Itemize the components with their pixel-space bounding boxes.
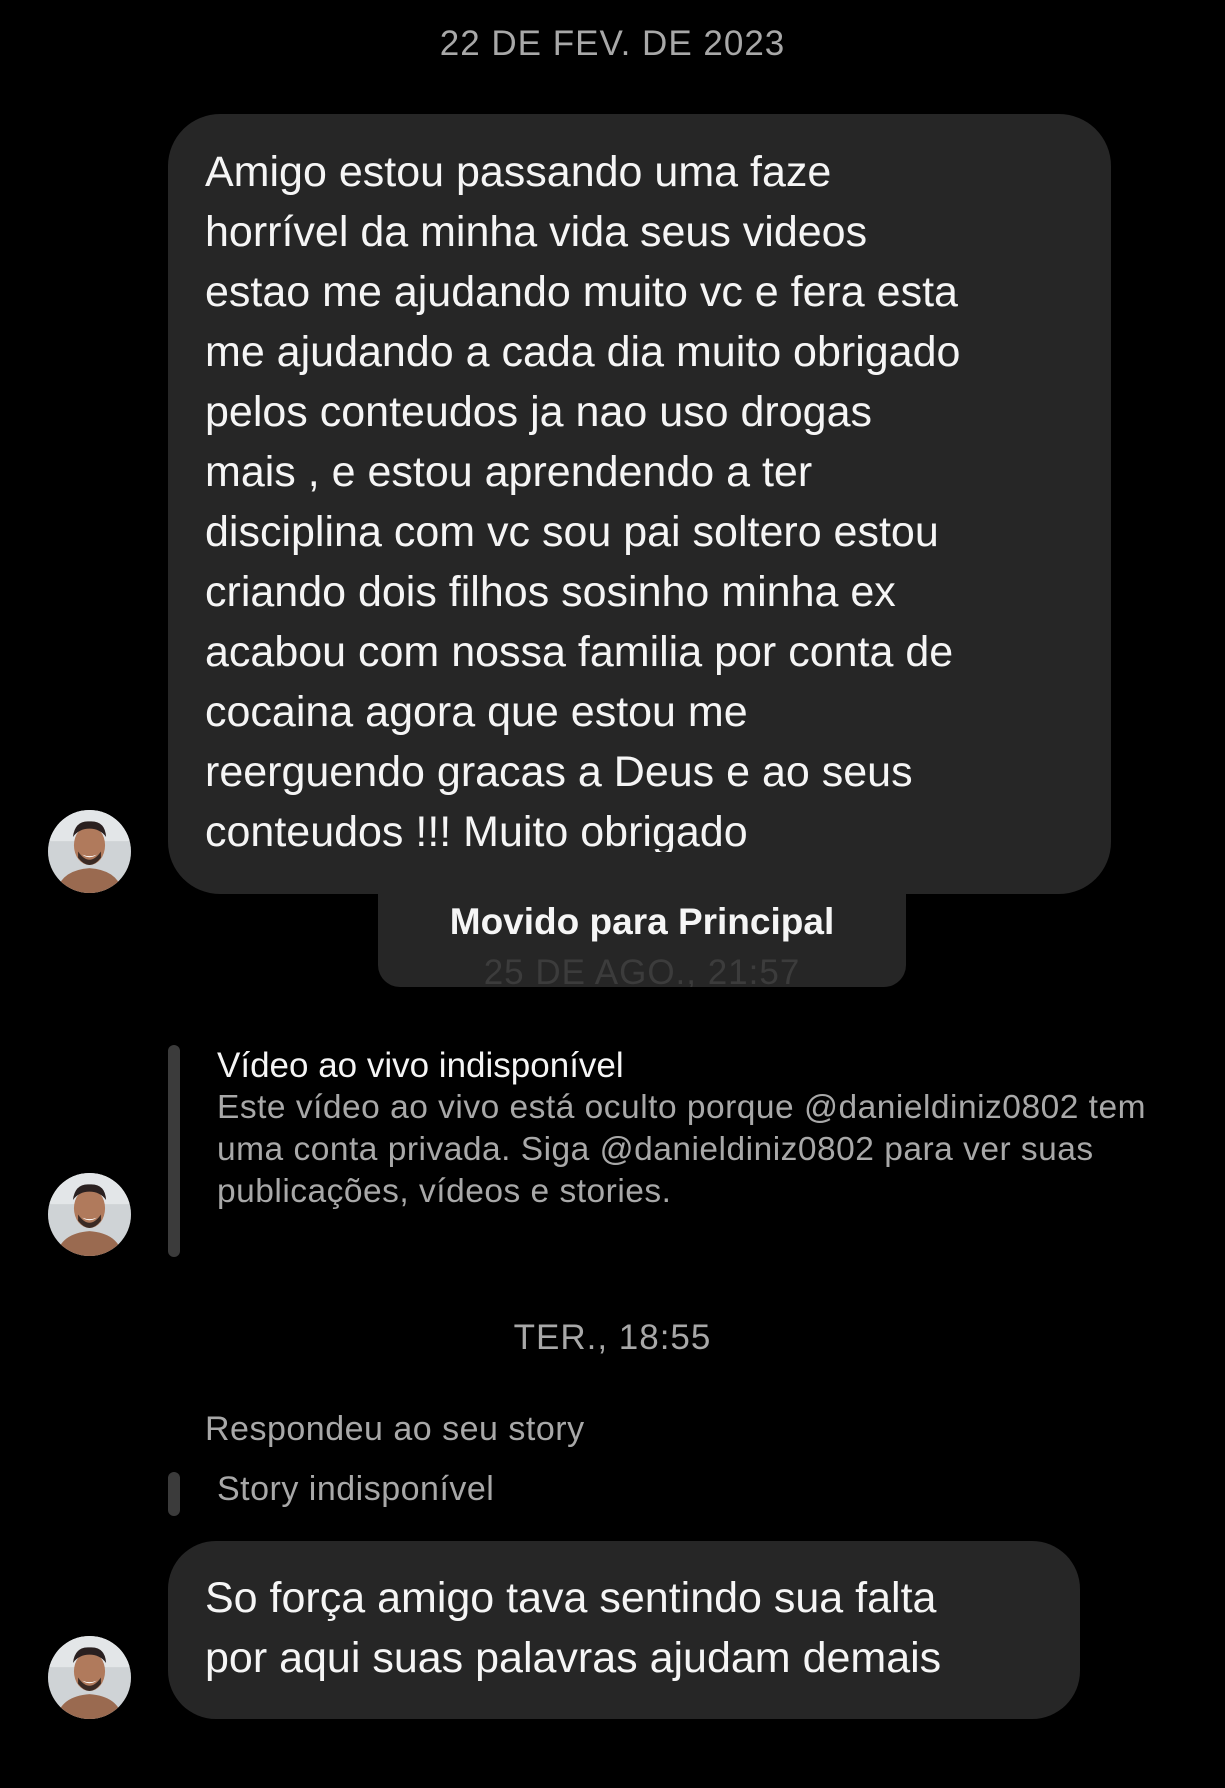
story-unavailable[interactable]: Story indisponível	[217, 1470, 494, 1509]
date-separator-behind-toast: 25 DE AGO., 21:57	[483, 953, 801, 987]
message-bubble[interactable]: Amigo estou passando uma faze horrível d…	[168, 114, 1111, 894]
sender-avatar[interactable]	[48, 1173, 131, 1256]
message-text: Amigo estou passando uma faze horrível d…	[205, 148, 961, 852]
avatar-photo-icon	[48, 1173, 131, 1256]
quote-bar	[168, 1472, 180, 1516]
sender-avatar[interactable]	[48, 810, 131, 893]
sender-avatar[interactable]	[48, 1636, 131, 1719]
story-reply-label: Respondeu ao seu story	[205, 1410, 585, 1448]
quote-bar	[168, 1045, 180, 1257]
avatar-photo-icon	[48, 810, 131, 893]
live-video-unavailable[interactable]: Vídeo ao vivo indisponível Este vídeo ao…	[217, 1045, 1177, 1213]
live-video-description: Este vídeo ao vivo está oculto porque @d…	[217, 1089, 1146, 1210]
date-separator: 22 DE FEV. DE 2023	[439, 24, 786, 63]
moved-to-primary-toast: Movido para Principal 25 DE AGO., 21:57	[378, 893, 906, 987]
date-separator: TER., 18:55	[513, 1318, 712, 1357]
message-bubble[interactable]: So força amigo tava sentindo sua falta p…	[168, 1541, 1080, 1719]
toast-title: Movido para Principal	[449, 901, 835, 942]
message-text: So força amigo tava sentindo sua falta p…	[205, 1574, 942, 1682]
avatar-photo-icon	[48, 1636, 131, 1719]
live-video-title: Vídeo ao vivo indisponível	[217, 1046, 624, 1085]
